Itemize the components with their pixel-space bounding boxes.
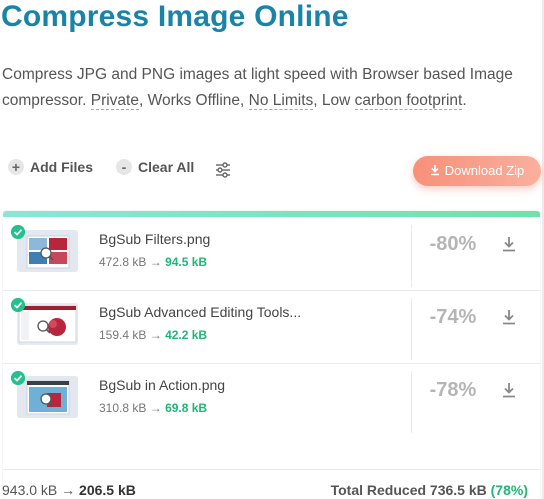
file-sizes: 310.8 kB → 69.8 kB: [99, 401, 207, 415]
minus-icon: -: [116, 159, 132, 175]
carbon-footprint-link[interactable]: carbon footprint: [354, 92, 463, 110]
size-summary: 943.0 kB → 206.5 kB: [2, 482, 136, 498]
compressed-size: 42.2 kB: [165, 328, 208, 342]
download-zip-label: Download Zip: [444, 163, 525, 178]
file-row: BgSub in Action.png 310.8 kB → 69.8 kB -…: [3, 365, 540, 437]
summary-arrow: →: [61, 482, 76, 498]
page-description: Compress JPG and PNG images at light spe…: [2, 62, 522, 114]
description-sep-1: , Works Offline,: [138, 92, 249, 109]
download-file-icon[interactable]: [501, 235, 517, 253]
private-link[interactable]: Private: [90, 92, 139, 110]
size-arrow: →: [149, 255, 162, 269]
add-files-label: Add Files: [30, 159, 94, 175]
file-sizes: 159.4 kB → 42.2 kB: [99, 328, 207, 342]
check-icon: [11, 371, 25, 385]
reduction-percent: -78%: [429, 379, 477, 401]
compressed-size: 94.5 kB: [165, 255, 208, 269]
original-size: 159.4 kB: [99, 328, 147, 342]
toolbar: + Add Files - Clear All Download Zip: [0, 156, 544, 186]
original-size: 472.8 kB: [99, 255, 147, 269]
row-divider: [3, 363, 540, 364]
column-divider: [411, 225, 412, 287]
size-arrow: →: [149, 401, 162, 415]
reduction-percent: -74%: [429, 306, 477, 328]
add-files-button[interactable]: + Add Files: [8, 159, 93, 175]
footer-divider: [3, 469, 540, 470]
file-name: BgSub Advanced Editing Tools...: [99, 304, 302, 320]
total-reduced-label: Total Reduced: [330, 482, 427, 498]
compressed-size: 69.8 kB: [165, 401, 208, 415]
download-file-icon[interactable]: [501, 308, 517, 326]
description-sep-2: , Low: [313, 92, 355, 109]
page-title: Compress Image Online: [1, 0, 349, 33]
sliders-icon[interactable]: [214, 161, 232, 179]
check-icon: [11, 225, 25, 239]
no-limits-link[interactable]: No Limits: [248, 92, 314, 110]
description-end: .: [462, 92, 467, 109]
file-list-panel: BgSub Filters.png 472.8 kB → 94.5 kB -80…: [3, 211, 540, 499]
file-thumbnail[interactable]: [17, 230, 78, 272]
file-thumbnail[interactable]: [17, 303, 78, 345]
file-row: BgSub Filters.png 472.8 kB → 94.5 kB -80…: [3, 219, 540, 291]
original-total: 943.0 kB: [2, 482, 58, 498]
clear-all-label: Clear All: [138, 159, 195, 175]
download-file-icon[interactable]: [501, 381, 517, 399]
clear-all-button[interactable]: - Clear All: [116, 159, 194, 175]
progress-bar: [3, 211, 540, 217]
column-divider: [411, 298, 412, 360]
plus-icon: +: [8, 159, 24, 175]
download-icon: [430, 165, 439, 176]
total-reduced-percent: (78%): [490, 482, 528, 498]
file-name: BgSub Filters.png: [99, 231, 211, 247]
original-size: 310.8 kB: [99, 401, 147, 415]
row-divider: [3, 290, 540, 291]
total-reduced: Total Reduced 736.5 kB (78%): [331, 482, 528, 498]
file-name: BgSub in Action.png: [99, 377, 226, 393]
download-zip-button[interactable]: Download Zip: [413, 156, 541, 186]
compressed-total: 206.5 kB: [79, 482, 136, 498]
total-reduced-value: 736.5 kB: [429, 482, 487, 498]
file-sizes: 472.8 kB → 94.5 kB: [99, 255, 207, 269]
file-row: BgSub Advanced Editing Tools... 159.4 kB…: [3, 292, 540, 364]
summary-footer: 943.0 kB → 206.5 kB Total Reduced 736.5 …: [0, 482, 544, 499]
reduction-percent: -80%: [429, 233, 477, 255]
check-icon: [11, 298, 25, 312]
size-arrow: →: [149, 328, 162, 342]
file-thumbnail[interactable]: [17, 376, 78, 418]
column-divider: [411, 371, 412, 433]
